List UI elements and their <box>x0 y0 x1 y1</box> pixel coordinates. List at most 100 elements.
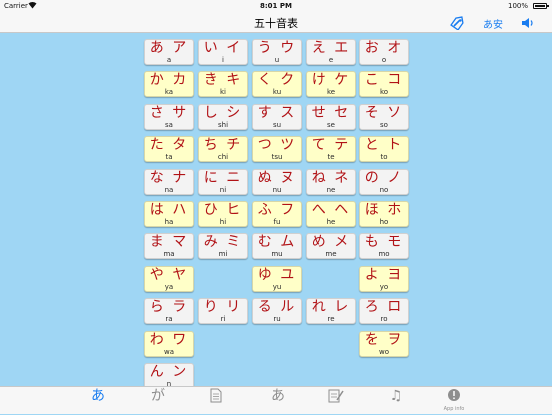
kana-characters: な ナ <box>149 170 189 186</box>
kana-cell-nu[interactable]: ぬ ヌ nu <box>252 169 302 195</box>
kana-characters: つ ツ <box>257 137 297 153</box>
romaji-label: wa <box>163 348 174 356</box>
kana-characters: ね ネ <box>311 170 351 186</box>
tab-handwriting[interactable]: あ <box>256 387 300 415</box>
kana-cell-mo[interactable]: も モ mo <box>359 233 409 259</box>
kana-cell-ki[interactable]: き キ ki <box>198 71 248 97</box>
romaji-label: yu <box>272 283 282 291</box>
kana-cell-a[interactable]: あ アa <box>144 39 194 65</box>
kana-characters: け ケ <box>311 72 351 88</box>
kana-characters: え エ <box>311 40 351 56</box>
romaji-label: ru <box>273 315 281 323</box>
kana-characters: か カ <box>149 72 189 88</box>
kana-characters: わ ワ <box>149 332 189 348</box>
kana-characters: ぬ ヌ <box>257 170 297 186</box>
romaji-label: me <box>325 250 337 258</box>
kana-cell-wo[interactable]: を ヲ wo <box>359 331 409 357</box>
romaji-label: ne <box>326 186 336 194</box>
kana-cell-ri[interactable]: り リ ri <box>198 298 248 324</box>
romaji-label: re <box>327 315 335 323</box>
kana-cell-ke[interactable]: け ケ ke <box>306 71 356 97</box>
kana-characters: そ ソ <box>364 105 404 121</box>
romaji-label: u <box>274 56 280 64</box>
kana-cell-fu[interactable]: ふ フ fu <box>252 201 302 227</box>
kana-cell-sa[interactable]: さ サ sa <box>144 104 194 130</box>
kana-cell-ka[interactable]: か カ ka <box>144 71 194 97</box>
kana-characters: ゆ ユ <box>257 267 297 283</box>
kana-cell-no[interactable]: の ノ no <box>359 169 409 195</box>
kana-cell-ma[interactable]: ま マ ma <box>144 233 194 259</box>
kana-characters: ふ フ <box>257 202 297 218</box>
romaji-label: ho <box>379 218 389 226</box>
kana-cell-mi[interactable]: み ミ mi <box>198 233 248 259</box>
romaji-label: mu <box>271 250 283 258</box>
kana-characters: た タ <box>149 137 189 153</box>
romaji-label: na <box>164 186 174 194</box>
romaji-label: ku <box>272 88 282 96</box>
kana-cell-ya[interactable]: や ヤ ya <box>144 266 194 292</box>
romaji-label: sa <box>165 121 173 129</box>
romaji-label: shi <box>217 121 229 129</box>
kana-cell-ha[interactable]: は ハ ha <box>144 201 194 227</box>
tab-music-note[interactable]: ♫ <box>374 387 418 415</box>
kana-cell-to[interactable]: と ト to <box>359 136 409 162</box>
kana-cell-i[interactable]: い イi <box>198 39 248 65</box>
romaji-label: ra <box>165 315 173 323</box>
kana-cell-tsu[interactable]: つ ツ tsu <box>252 136 302 162</box>
kana-cell-wa[interactable]: わ ワ wa <box>144 331 194 357</box>
kana-cell-su[interactable]: す ス su <box>252 104 302 130</box>
kana-characters: ほ ホ <box>364 202 404 218</box>
kana-cell-u[interactable]: う ウu <box>252 39 302 65</box>
kana-characters: ま マ <box>149 234 189 250</box>
kana-cell-hi[interactable]: ひ ヒ hi <box>198 201 248 227</box>
kana-cell-shi[interactable]: し シ shi <box>198 104 248 130</box>
romaji-label: nu <box>272 186 282 194</box>
romaji-label: su <box>272 121 282 129</box>
music-note-icon: ♫ <box>389 388 403 404</box>
kana-cell-ko[interactable]: こ コ ko <box>359 71 409 97</box>
kana-cell-re[interactable]: れ レ re <box>306 298 356 324</box>
kana-cell-yu[interactable]: ゆ ユ yu <box>252 266 302 292</box>
kana-cell-o[interactable]: お オo <box>359 39 409 65</box>
kana-cell-ta[interactable]: た タ ta <box>144 136 194 162</box>
kana-cell-e[interactable]: え エe <box>306 39 356 65</box>
tab-writing-practice[interactable] <box>314 387 358 415</box>
kana-cell-na[interactable]: な ナ na <box>144 169 194 195</box>
romaji-label: ri <box>220 315 226 323</box>
kana-cell-ho[interactable]: ほ ホ ho <box>359 201 409 227</box>
kana-cell-me[interactable]: め メ me <box>306 233 356 259</box>
tab-hiragana-a[interactable]: あ <box>76 387 120 415</box>
kana-characters: め メ <box>311 234 351 250</box>
kana-characters: あ ア <box>149 40 189 56</box>
kana-cell-ra[interactable]: ら ラ ra <box>144 298 194 324</box>
tab-info[interactable]: App info <box>432 387 476 415</box>
document-icon <box>194 388 238 405</box>
kana-cell-he[interactable]: へ ヘ he <box>306 201 356 227</box>
kana-characters: ひ ヒ <box>203 202 243 218</box>
hiragana-a-icon: あ <box>91 388 105 404</box>
kana-characters: お オ <box>364 40 404 56</box>
kana-cell-chi[interactable]: ち チ chi <box>198 136 248 162</box>
kana-cell-ni[interactable]: に ニ ni <box>198 169 248 195</box>
kana-characters: ち チ <box>203 137 243 153</box>
kana-cell-ku[interactable]: く ク ku <box>252 71 302 97</box>
tab-document[interactable] <box>194 387 238 415</box>
kana-cell-ne[interactable]: ね ネ ne <box>306 169 356 195</box>
romaji-label: fu <box>273 218 281 226</box>
kana-cell-yo[interactable]: よ ヨ yo <box>359 266 409 292</box>
kana-cell-te[interactable]: て テ te <box>306 136 356 162</box>
kana-cell-ro[interactable]: ろ ロ ro <box>359 298 409 324</box>
kana-cell-so[interactable]: そ ソ so <box>359 104 409 130</box>
kana-characters: む ム <box>257 234 297 250</box>
tab-bar: あ が あ ♫ App info <box>0 386 552 414</box>
kana-cell-se[interactable]: せ セ se <box>306 104 356 130</box>
kana-characters: う ウ <box>257 40 297 56</box>
tab-hiragana-ga[interactable]: が <box>136 387 180 415</box>
kana-characters: き キ <box>203 72 243 88</box>
romaji-label: yo <box>379 283 389 291</box>
romaji-label: so <box>380 121 388 129</box>
kana-characters: く ク <box>257 72 297 88</box>
kana-cell-mu[interactable]: む ム mu <box>252 233 302 259</box>
kana-cell-ru[interactable]: る ル ru <box>252 298 302 324</box>
romaji-label: i <box>222 56 224 64</box>
